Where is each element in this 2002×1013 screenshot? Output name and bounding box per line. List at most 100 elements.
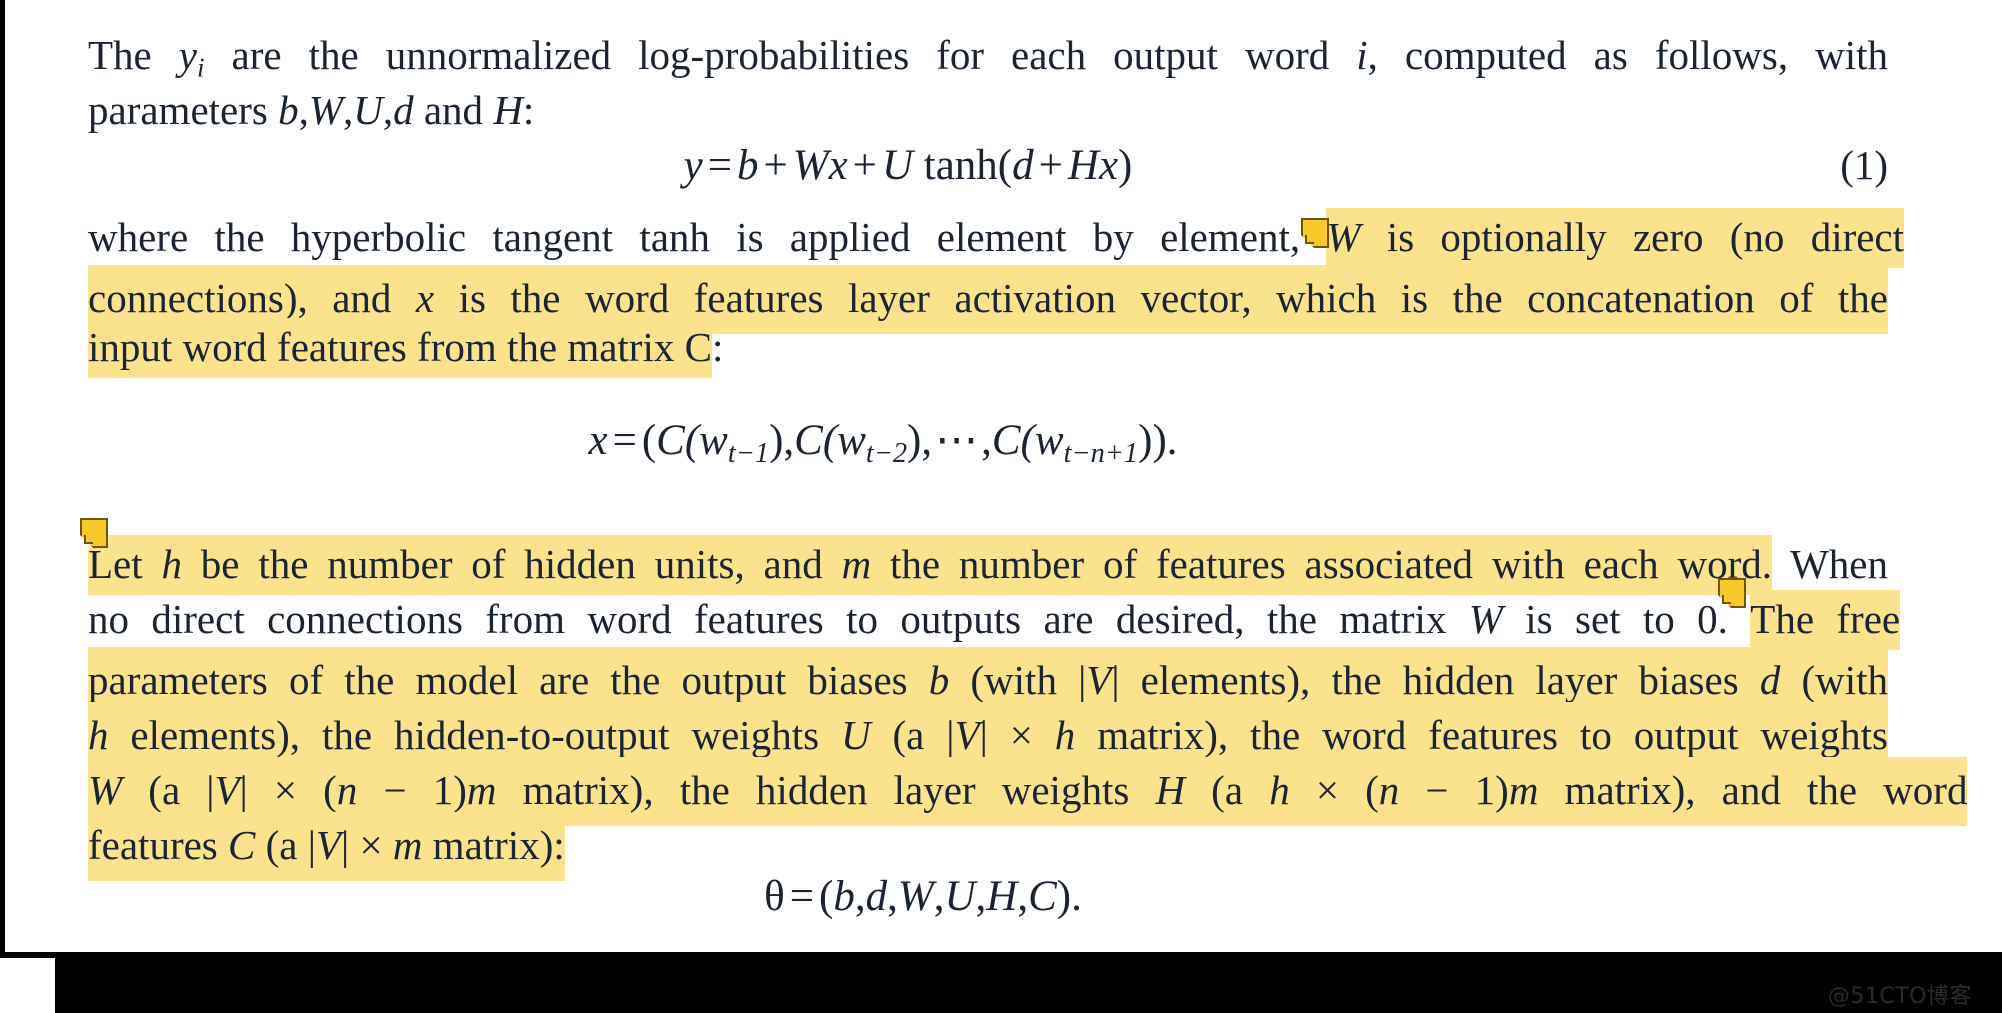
variable-y: y	[178, 32, 197, 78]
variable-W: W	[308, 87, 343, 133]
document-body: The y i are the unnormalized log-probabil…	[88, 28, 1968, 933]
text-run: (a	[1185, 767, 1270, 813]
eq3-equals: =	[789, 873, 815, 920]
text-run: is optionally zero (no direct	[1360, 214, 1905, 260]
eq1-equals: =	[707, 142, 732, 189]
paragraph-3: Let h be the number of hidden units, and…	[88, 535, 1968, 881]
eq2-term-C2: C(w	[794, 417, 866, 464]
eq3-comma: ,	[1017, 873, 1029, 920]
equation-3: θ = (b,d,W,U,H,C).	[0, 869, 1888, 924]
text-run: and	[413, 87, 494, 133]
highlight-note-icon[interactable]	[80, 518, 108, 548]
variable-V: V	[315, 822, 341, 868]
eq2-paren-close: )	[907, 417, 922, 464]
eq3-period: .	[1071, 873, 1082, 920]
equation-2-row: x = (C(wt−1),C(wt−2),⋯,C(wt−n+1)).	[88, 375, 1888, 537]
eq3-theta: θ	[764, 873, 785, 920]
highlight-run: W is optionally zero (no direct	[1326, 208, 1905, 268]
eq2-paren-close: )	[769, 417, 784, 464]
variable-n: n	[1378, 767, 1400, 813]
line-segment: no direct connections from word features…	[88, 590, 1901, 650]
text-run: the number of features associated with e…	[871, 541, 1773, 587]
text-run: The	[88, 32, 179, 78]
text-run: matrix), the word features to output wei…	[1075, 712, 1889, 758]
text-line: W (a |V| × (n − 1)m matrix), the hidden …	[88, 757, 1968, 826]
variable-d: d	[393, 87, 414, 133]
text-run: 1	[1474, 767, 1496, 813]
variable-d: d	[1759, 657, 1781, 703]
text-line: features C (a |V| × m matrix):	[88, 812, 1888, 881]
text-run: ,	[382, 87, 394, 133]
eq3-comma: ,	[887, 873, 898, 920]
eq2-sub-2: t−2	[865, 437, 908, 469]
highlight-note-icon[interactable]	[1301, 218, 1329, 248]
variable-x: x	[415, 275, 435, 321]
eq2-ellipsis: ⋯	[935, 417, 979, 464]
text-run: is the word features layer activation ve…	[434, 275, 1888, 321]
eq3-paren-open: (	[819, 873, 834, 920]
line-segment: Let h be the number of hidden units, and…	[88, 535, 1888, 595]
scan-bottom-bar	[55, 957, 2002, 1013]
eq2-sub-3: t−n+1	[1063, 437, 1139, 469]
variable-V: V	[1086, 657, 1112, 703]
text-run: parameters of the model are the output b…	[88, 657, 929, 703]
variable-m: m	[392, 822, 423, 868]
eq2-sub-1: t−1	[727, 437, 770, 469]
eq1-term-U: U	[881, 142, 913, 189]
eq1-lhs: y	[683, 142, 703, 189]
text-run: ,	[298, 87, 309, 133]
variable-H: H	[493, 87, 523, 133]
eq2-term-C3: C(w	[991, 417, 1064, 464]
eq2-paren-close: )	[1138, 417, 1153, 464]
text-run: 1	[432, 767, 454, 813]
eq3-paren-close: )	[1056, 873, 1072, 920]
eq1-term-H: H	[1067, 142, 1099, 189]
variable-U: U	[353, 87, 383, 133]
text-run: , computed as follows, with	[1367, 32, 1888, 78]
text-run: | elements), the hidden layer biases	[1111, 657, 1760, 703]
text-run: are the unnormalized log-probabilities f…	[204, 32, 1357, 78]
times-symbol: ×	[359, 822, 383, 868]
variable-b: b	[278, 87, 299, 133]
eq1-plus: +	[763, 142, 788, 189]
eq2-comma: ,	[783, 417, 795, 464]
text-run: connections), and	[88, 275, 416, 321]
eq3-comma: ,	[854, 873, 866, 920]
line-segment: parameters b,W,U,d and H:	[88, 83, 534, 138]
times-symbol: ×	[273, 767, 298, 813]
eq1-term-d: d	[1012, 142, 1034, 189]
variable-W: W	[1468, 596, 1503, 642]
text-run: (a |	[255, 822, 316, 868]
text-run: matrix), the hidden layer weights	[496, 767, 1156, 813]
text-run: matrix):	[422, 822, 565, 868]
variable-h: h	[1054, 712, 1076, 758]
text-run: |	[340, 822, 360, 868]
variable-m: m	[1508, 767, 1539, 813]
eq3-comma: ,	[933, 873, 945, 920]
eq1-plus: +	[1038, 142, 1063, 189]
eq2-comma: ,	[921, 417, 933, 464]
text-line: no direct connections from word features…	[88, 590, 1901, 650]
text-run	[1033, 712, 1055, 758]
highlight-run: input word features from the matrix C	[88, 318, 712, 378]
variable-h: h	[88, 712, 109, 758]
variable-h: h	[161, 541, 182, 587]
line-segment: where the hyperbolic tangent tanh is app…	[88, 208, 1905, 268]
text-line: where the hyperbolic tangent tanh is app…	[88, 208, 1905, 268]
equation-1-row: y = b + Wx + U tanh(d + Hx) (1)	[88, 138, 1888, 210]
text-line: Let h be the number of hidden units, and…	[88, 535, 1888, 595]
eq2-comma: ,	[981, 417, 992, 464]
text-run: (with |	[949, 657, 1087, 703]
text-run: )	[1495, 767, 1509, 813]
variable-C: C	[228, 822, 256, 868]
eq3-term-d: d	[865, 873, 888, 920]
text-run: ,	[343, 87, 354, 133]
variable-h: h	[1269, 767, 1290, 813]
highlight-note-icon[interactable]	[1718, 578, 1746, 608]
text-run: elements), the hidden-to-output weights	[108, 712, 841, 758]
eq3-term-U: U	[944, 873, 976, 920]
variable-U: U	[840, 712, 871, 758]
watermark-label: @51CTO博客	[1827, 984, 1972, 1009]
variable-i: i	[1356, 32, 1368, 78]
paragraph-1: The y i are the unnormalized log-probabil…	[88, 28, 1888, 138]
